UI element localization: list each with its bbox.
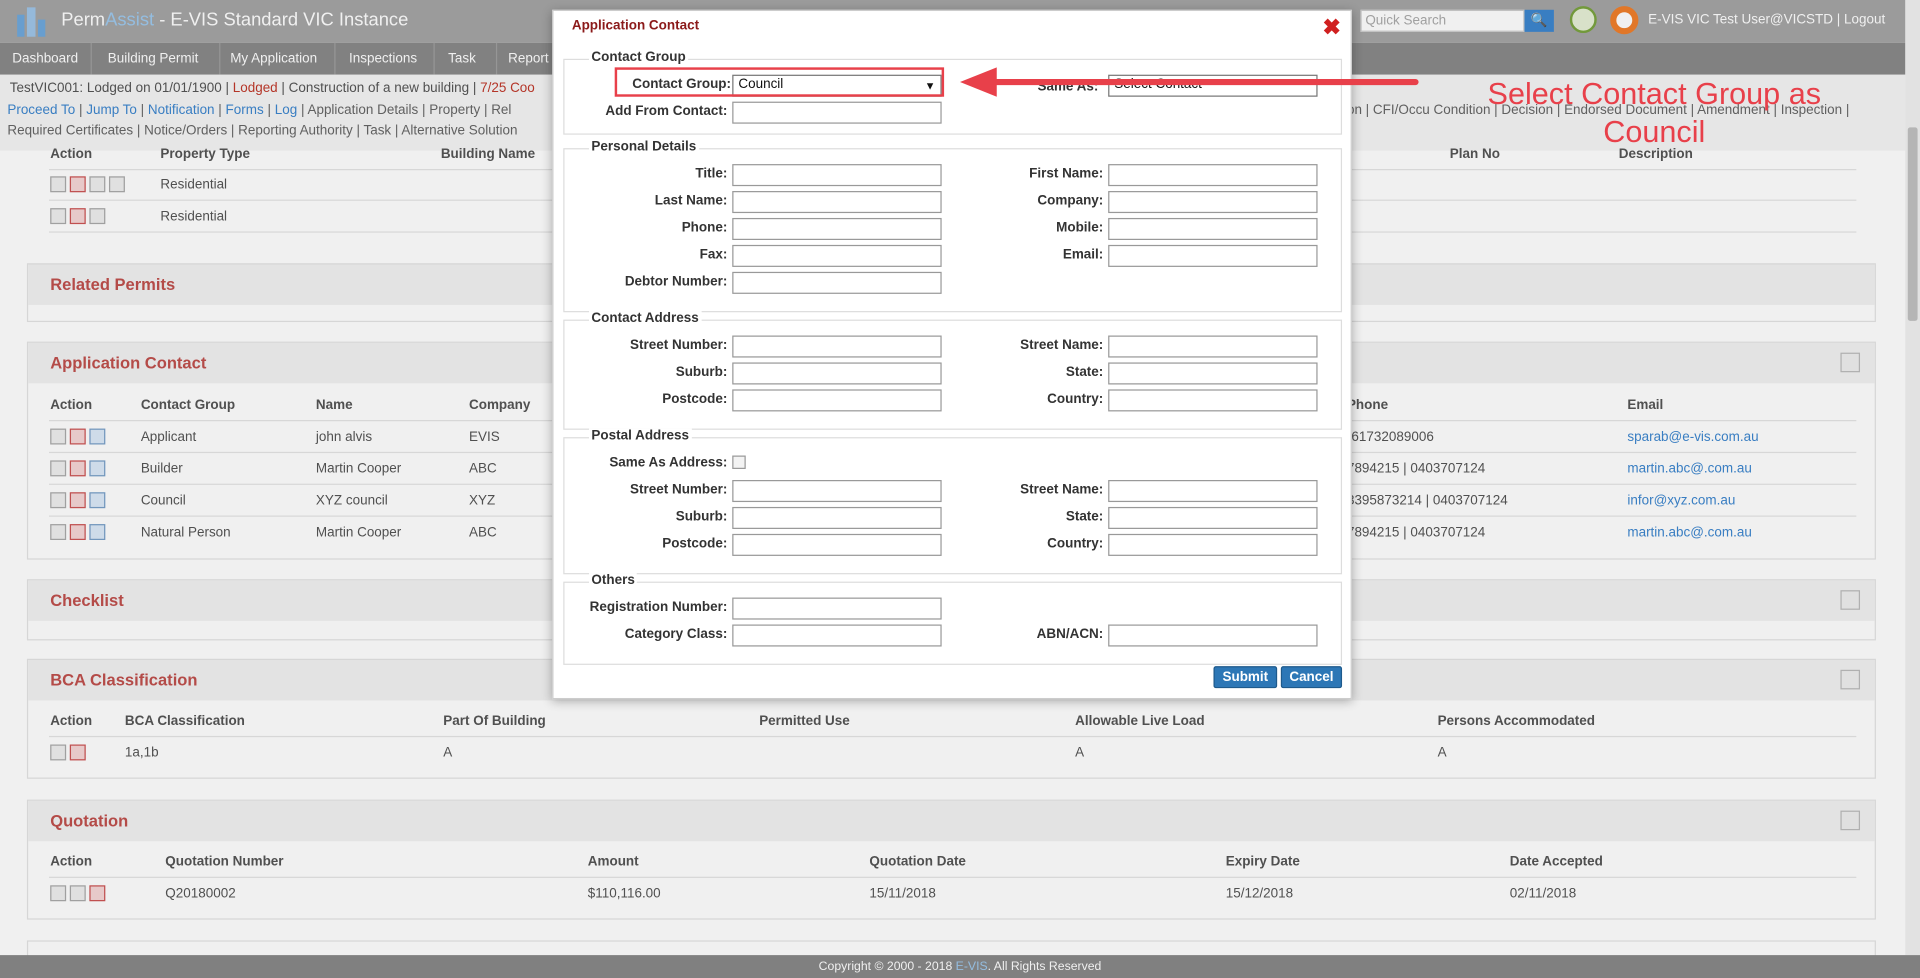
mobile-input[interactable] xyxy=(1108,217,1318,241)
state-input[interactable] xyxy=(1108,362,1318,385)
postal-country-input[interactable] xyxy=(1108,533,1318,556)
submit-button[interactable]: Submit xyxy=(1213,666,1278,689)
abn-acn-input[interactable] xyxy=(1108,624,1318,647)
debtor-number-input[interactable] xyxy=(732,271,942,294)
state-label: State: xyxy=(1065,364,1104,380)
abn-acn-label: ABN/ACN: xyxy=(1036,626,1104,642)
application-contact-dialog: Application Contact ✖ Contact Group Cont… xyxy=(552,9,1352,700)
mobile-label: Mobile: xyxy=(1056,220,1104,236)
country-input[interactable] xyxy=(1108,389,1318,412)
registration-number-label: Registration Number: xyxy=(589,600,728,615)
postal-suburb-label: Suburb: xyxy=(675,509,728,525)
phone-label: Phone: xyxy=(681,220,728,236)
add-from-contact-input[interactable] xyxy=(732,101,942,124)
registration-number-input[interactable] xyxy=(732,597,942,620)
screen-root: PermAssist - E-VIS Standard VIC Instance… xyxy=(0,0,1920,978)
fieldset-legend: Contact Address xyxy=(588,311,702,326)
street-name-label: Street Name: xyxy=(1020,337,1104,353)
postal-address-fieldset: Postal Address Same As Address: Street N… xyxy=(563,428,1343,575)
postal-street-name-label: Street Name: xyxy=(1020,482,1104,498)
postcode-label: Postcode: xyxy=(662,391,728,407)
others-fieldset: Others Registration Number: Category Cla… xyxy=(563,573,1343,665)
email-input[interactable] xyxy=(1108,244,1318,267)
fieldset-legend: Contact Group xyxy=(588,50,689,65)
annotation-text: Select Contact Group as Council xyxy=(1428,76,1881,152)
category-class-label: Category Class: xyxy=(624,626,728,642)
email-label: Email: xyxy=(1062,247,1104,263)
fax-label: Fax: xyxy=(699,247,728,263)
suburb-label: Suburb: xyxy=(675,364,728,380)
postal-state-input[interactable] xyxy=(1108,506,1318,529)
cancel-button[interactable]: Cancel xyxy=(1280,666,1343,689)
fieldset-legend: Postal Address xyxy=(588,428,692,444)
same-as-address-label: Same As Address: xyxy=(609,455,728,471)
last-name-label: Last Name: xyxy=(654,193,728,209)
postal-postcode-label: Postcode: xyxy=(662,536,728,552)
street-name-input[interactable] xyxy=(1108,335,1318,358)
contact-address-fieldset: Contact Address Street Number: Street Na… xyxy=(563,311,1343,430)
first-name-label: First Name: xyxy=(1029,166,1104,182)
postal-country-label: Country: xyxy=(1047,536,1104,552)
first-name-input[interactable] xyxy=(1108,164,1318,187)
title-label: Title: xyxy=(695,166,728,182)
personal-details-fieldset: Personal Details Title: First Name: Last… xyxy=(563,139,1343,313)
postal-street-name-input[interactable] xyxy=(1108,480,1318,503)
debtor-number-label: Debtor Number: xyxy=(624,274,728,289)
fieldset-legend: Personal Details xyxy=(588,139,699,155)
add-from-contact-label: Add From Contact: xyxy=(605,104,728,119)
annotation-arrow-icon xyxy=(960,67,1419,97)
fieldset-legend: Others xyxy=(588,573,638,588)
country-label: Country: xyxy=(1047,391,1104,407)
annotation-line: Select Contact Group as xyxy=(1487,77,1822,112)
same-as-address-checkbox[interactable] xyxy=(732,455,746,469)
company-input[interactable] xyxy=(1108,191,1318,214)
postal-state-label: State: xyxy=(1065,509,1104,525)
street-number-label: Street Number: xyxy=(630,337,728,353)
close-icon[interactable]: ✖ xyxy=(1322,16,1340,38)
postal-street-number-label: Street Number: xyxy=(630,482,728,498)
highlight-box xyxy=(614,67,945,97)
company-label: Company: xyxy=(1037,193,1104,209)
annotation-line: Council xyxy=(1603,115,1706,150)
dialog-title: Application Contact xyxy=(571,18,700,34)
